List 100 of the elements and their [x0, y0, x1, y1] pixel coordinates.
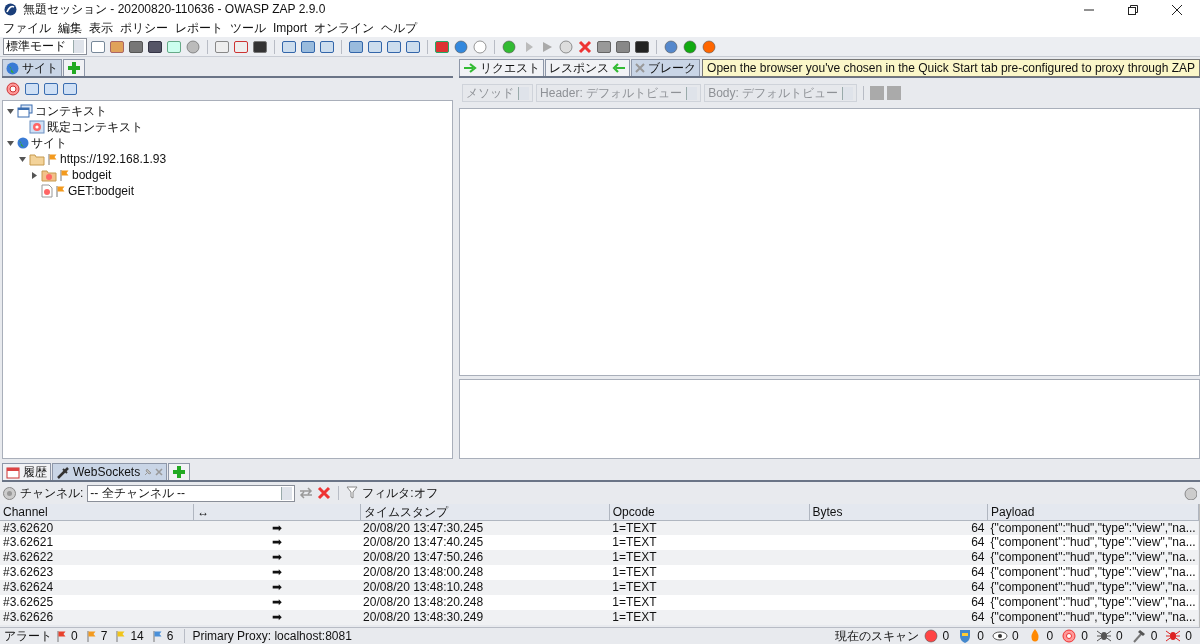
tree-item[interactable]: コンテキスト: [35, 103, 107, 119]
tree-item[interactable]: GET:bodgeit: [68, 183, 135, 199]
table-cell: 1=TEXT: [609, 580, 809, 595]
table-cell: #3.62622: [0, 550, 194, 565]
spider-icon: [1165, 628, 1182, 644]
delete-context-icon[interactable]: [233, 38, 249, 55]
menu-item[interactable]: ポリシー: [120, 20, 168, 36]
column-header[interactable]: Channel: [0, 504, 194, 520]
table-cell: 20/08/20 13:48:00.248: [360, 565, 610, 580]
globe-icon: [6, 61, 19, 75]
add-tab-button[interactable]: [63, 59, 85, 76]
mode-dropdown[interactable]: 標準モード: [3, 38, 87, 55]
scan-count: 0: [977, 628, 984, 644]
menu-item[interactable]: ファイル: [3, 20, 51, 36]
tab[interactable]: ブレーク: [631, 59, 701, 76]
menu-item[interactable]: ツール: [230, 20, 266, 36]
start-icon[interactable]: [501, 38, 517, 55]
filter-button[interactable]: フィルタ:オフ: [346, 485, 438, 501]
table-cell: 64: [809, 535, 988, 550]
column-header[interactable]: タイムスタンプ: [360, 504, 610, 520]
proxy-status: Primary Proxy: localhost:8081: [192, 628, 352, 644]
table-cell: #3.62626: [0, 610, 194, 625]
menu-item[interactable]: ヘルプ: [381, 20, 417, 36]
open-folder-icon[interactable]: [109, 38, 125, 55]
scan-count: 0: [1185, 628, 1192, 644]
cross-icon: [635, 63, 646, 73]
tab[interactable]: WebSockets: [52, 463, 168, 480]
calendar-icon: [6, 465, 20, 479]
scan-count: 0: [1011, 628, 1019, 644]
tree-item[interactable]: サイト: [31, 135, 67, 151]
add-tab-button[interactable]: [168, 463, 191, 480]
expanded-arrow-icon[interactable]: [6, 139, 14, 147]
swap-icon[interactable]: [299, 487, 314, 499]
table-cell: 1=TEXT: [609, 550, 809, 565]
new-session-icon[interactable]: [90, 38, 106, 55]
flag-icon: [55, 185, 66, 197]
tree-item[interactable]: https://192.168.1.93: [60, 151, 167, 167]
target-icon: [1061, 628, 1078, 644]
menu-item[interactable]: オンライン: [314, 20, 374, 36]
column-header[interactable]: Opcode: [609, 504, 809, 520]
flag-icon: [56, 630, 67, 642]
tab[interactable]: レスポンス: [545, 59, 631, 76]
funnel-icon: [346, 486, 359, 500]
table-cell: 1=TEXT: [609, 565, 809, 580]
target-icon: [29, 120, 45, 134]
column-header[interactable]: Bytes: [809, 504, 988, 520]
table-cell: 64: [809, 550, 988, 565]
tree-item[interactable]: 既定コンテキスト: [47, 119, 143, 135]
column-header[interactable]: Payload: [987, 504, 1199, 520]
table-cell: 64: [809, 595, 988, 610]
table-cell: #3.62624: [0, 580, 194, 595]
expanded-arrow-icon[interactable]: [18, 155, 26, 163]
menu-item[interactable]: レポート: [175, 20, 223, 36]
menu-item[interactable]: 編集: [58, 20, 82, 36]
pin-icon[interactable]: [143, 467, 153, 477]
eye-icon: [991, 628, 1008, 644]
tab[interactable]: サイト: [2, 59, 62, 76]
flag-icon: [59, 169, 70, 181]
folder-icon: [29, 152, 45, 166]
channel-dropdown[interactable]: -- 全チャンネル --: [87, 484, 296, 502]
window-icon: [17, 104, 33, 118]
alert-count: 6: [166, 628, 174, 644]
flag-icon: [85, 630, 97, 642]
scan-count: 0: [1046, 628, 1054, 644]
maximize-icon[interactable]: [1128, 4, 1138, 15]
column-header[interactable]: ↔: [193, 504, 361, 520]
drop-icon[interactable]: [577, 38, 593, 55]
response-editor[interactable]: [459, 379, 1200, 459]
flag-icon: [47, 153, 58, 165]
table-cell: 64: [809, 610, 988, 625]
table-cell: 64: [809, 580, 988, 595]
table-cell: 20/08/20 13:48:30.249: [360, 610, 610, 625]
app-logo-icon: [4, 3, 17, 16]
scrollbar[interactable]: [1198, 504, 1200, 627]
stop-icon[interactable]: [558, 38, 574, 55]
table-cell: #3.62621: [0, 535, 194, 550]
delete-icon[interactable]: [317, 486, 332, 500]
plug-icon: [56, 465, 70, 479]
menu-item[interactable]: Import: [273, 20, 307, 36]
alert-count: 0: [71, 628, 78, 644]
tree-item[interactable]: bodgeit: [72, 167, 112, 183]
close-icon[interactable]: [1172, 4, 1182, 15]
table-cell: {"component":"hud","type":"view","na...: [987, 610, 1199, 625]
table-cell: ➡: [193, 580, 361, 595]
scan-count: 0: [1115, 628, 1123, 644]
alert-count: 14: [130, 628, 144, 644]
table-cell: ➡: [193, 595, 361, 610]
tab[interactable]: リクエスト: [459, 59, 545, 76]
tooltip: Open the browser you've chosen in the Quick Start tab pre-configured to proxy through ZAP: [702, 59, 1200, 78]
table-cell: 20/08/20 13:47:40.245: [360, 535, 610, 550]
target-icon[interactable]: [5, 81, 21, 97]
expanded-arrow-icon[interactable]: [6, 107, 14, 115]
table-cell: ➡: [193, 610, 361, 625]
collapsed-arrow-icon[interactable]: [30, 171, 38, 179]
globe-icon: [17, 137, 29, 149]
menu-item[interactable]: 表示: [89, 20, 113, 36]
scan-count: 0: [1081, 628, 1088, 644]
page-icon: [41, 184, 53, 198]
scan-count: 0: [942, 628, 950, 644]
tab[interactable]: 履歴: [2, 463, 51, 480]
